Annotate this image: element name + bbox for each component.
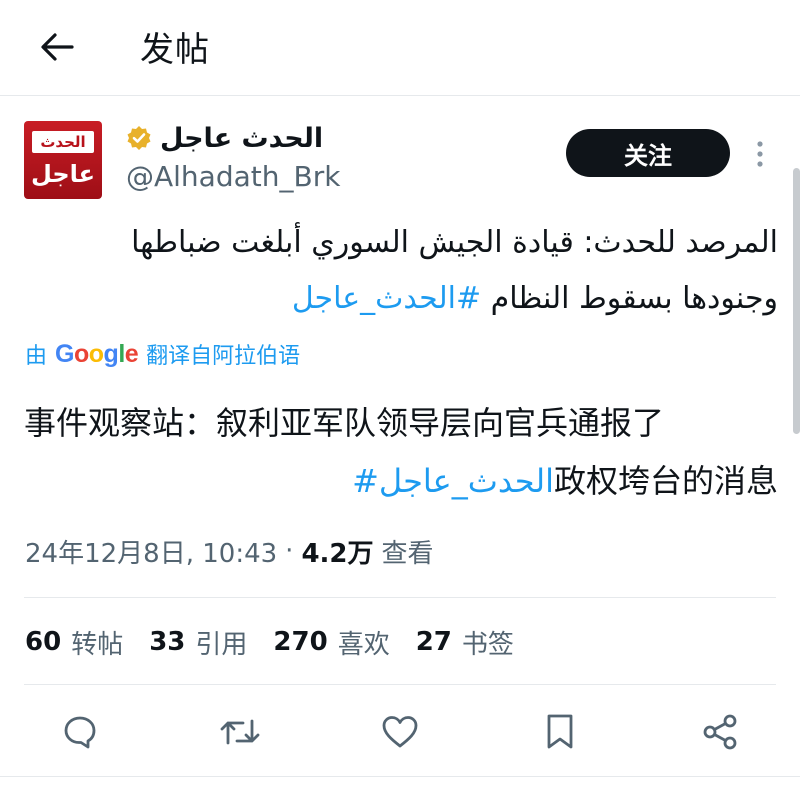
author-handle[interactable]: @Alhadath_Brk [126, 160, 340, 193]
avatar-logo-bottom: عاجل [30, 160, 96, 188]
like-icon [382, 716, 418, 748]
post-meta: 24年12月8日, 10:43 · 4.2万 查看 [25, 530, 434, 572]
bookmark-button[interactable] [538, 710, 582, 754]
views-label: 查看 [381, 538, 434, 569]
avatar[interactable]: الحدث عاجل [24, 121, 102, 199]
translated-line-2-text: 政权垮台的消息 [553, 462, 778, 500]
arrow-left-icon [41, 33, 74, 61]
stat-quotes-count: 33 [149, 627, 186, 657]
author-name-row[interactable]: الحدث عاجل [126, 120, 323, 156]
engagement-stats: 60 转帖 33 引用 270 喜欢 27 书签 [25, 620, 540, 664]
hashtag-link[interactable]: #الحدث_عاجل [292, 281, 481, 316]
more-vertical-icon [757, 141, 763, 167]
stat-bookmarks-count: 27 [415, 627, 452, 657]
reply-button[interactable] [58, 710, 102, 754]
post-original-text: المرصد للحدث: قيادة الجيش السوري أبلغت ض… [100, 215, 778, 327]
translated-line-1: 事件观察站：叙利亚军队领导层向官兵通报了 [24, 404, 665, 442]
stat-reposts-count: 60 [25, 627, 62, 657]
stat-quotes-label: 引用 [195, 629, 248, 660]
repost-button[interactable] [218, 710, 262, 754]
translated-line-2: #الحدث_عاجل政权垮台的消息 [24, 452, 778, 510]
stat-likes-label: 喜欢 [337, 629, 390, 660]
divider [24, 597, 776, 598]
more-options-button[interactable] [748, 134, 772, 174]
translated-hashtag-link[interactable]: #الحدث_عاجل [352, 462, 554, 500]
post-translated-text: 事件观察站：叙利亚军队领导层向官兵通报了 #الحدث_عاجل政权垮台的消息 [24, 394, 778, 510]
retweet-icon [220, 719, 260, 745]
google-logo: Google [55, 339, 139, 368]
bookmark-icon [547, 714, 573, 749]
reply-icon [64, 716, 96, 749]
back-button[interactable] [32, 22, 82, 72]
post-detail-page: 发帖 الحدث عاجل الحدث عاجل @Alhadath_Brk 关… [0, 0, 800, 785]
translation-attribution[interactable]: 由 Google 翻译自阿拉伯语 [25, 336, 300, 372]
bottom-divider [0, 776, 800, 777]
verified-badge-icon [126, 125, 152, 151]
stat-bookmarks-label: 书签 [461, 629, 514, 660]
stat-bookmarks[interactable]: 27 书签 [416, 624, 514, 661]
page-title: 发帖 [140, 30, 210, 70]
share-icon [703, 714, 737, 750]
share-button[interactable] [698, 710, 742, 754]
stat-reposts-label: 转帖 [71, 629, 124, 660]
views-count: 4.2万 [301, 538, 374, 569]
like-button[interactable] [378, 710, 422, 754]
stat-likes[interactable]: 270 喜欢 [273, 624, 389, 661]
avatar-logo-top: الحدث [32, 131, 94, 153]
follow-button[interactable]: 关注 [566, 129, 730, 177]
meta-separator: · [285, 536, 294, 566]
stat-quotes[interactable]: 33 引用 [149, 624, 247, 661]
post-timestamp[interactable]: 24年12月8日, 10:43 [25, 533, 277, 570]
action-bar [0, 702, 800, 762]
translate-prefix: 由 [25, 344, 48, 369]
scrollbar[interactable] [793, 168, 800, 434]
top-bar: 发帖 [0, 0, 800, 96]
author-name: الحدث عاجل [160, 122, 324, 154]
translate-source-label[interactable]: 翻译自阿拉伯语 [146, 338, 300, 370]
stat-reposts[interactable]: 60 转帖 [25, 624, 123, 661]
stat-likes-count: 270 [273, 627, 328, 657]
divider [24, 684, 776, 685]
